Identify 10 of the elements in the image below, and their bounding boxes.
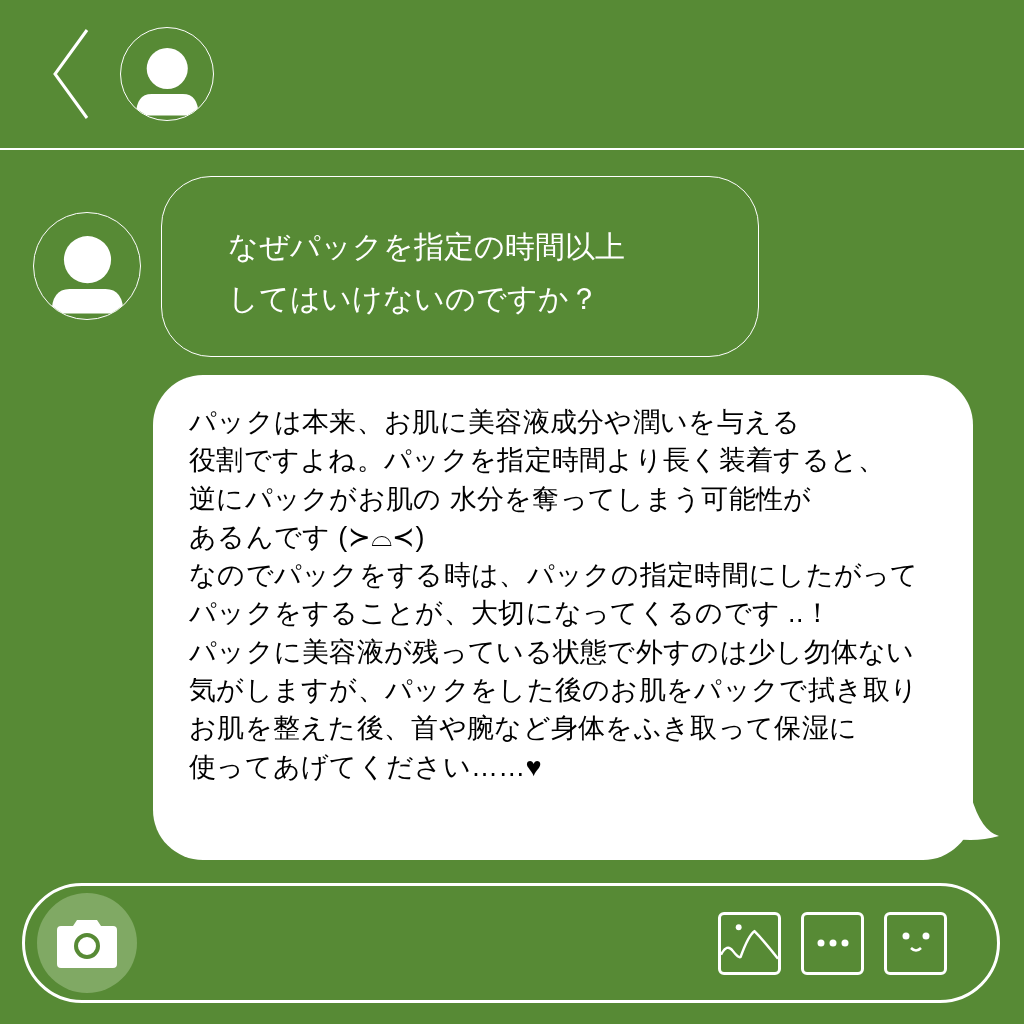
back-icon[interactable] — [52, 28, 90, 120]
image-button[interactable] — [718, 911, 781, 975]
more-button[interactable] — [801, 911, 864, 975]
camera-button[interactable] — [37, 893, 137, 993]
camera-icon — [57, 918, 117, 968]
message-bubble: なぜパックを指定の時間以上 してはいけないのですか？ — [161, 176, 759, 357]
message-bubble: パックは本来、お肌に美容液成分や潤いを与える 役割ですよね。パックを指定時間より長く装着すると、 逆にパックがお肌の 水分を奪ってしまう可能性が あるんです (≻⌓≺) なのでパックをする時は、パックの指定時間にしたがって パックをすることが、大切になってくるのです ..！ パックに美容液が残っている状態で外すのは少し勿体ない 気がしますが、パックをした後のお肌をパックで拭き取り お肌を整えた後、首や腕など身体をふき取って保湿に 使ってあげてください……♥ — [153, 375, 973, 860]
smiley-icon — [901, 932, 930, 954]
emoji-button[interactable] — [884, 911, 947, 975]
more-icon — [816, 939, 849, 947]
